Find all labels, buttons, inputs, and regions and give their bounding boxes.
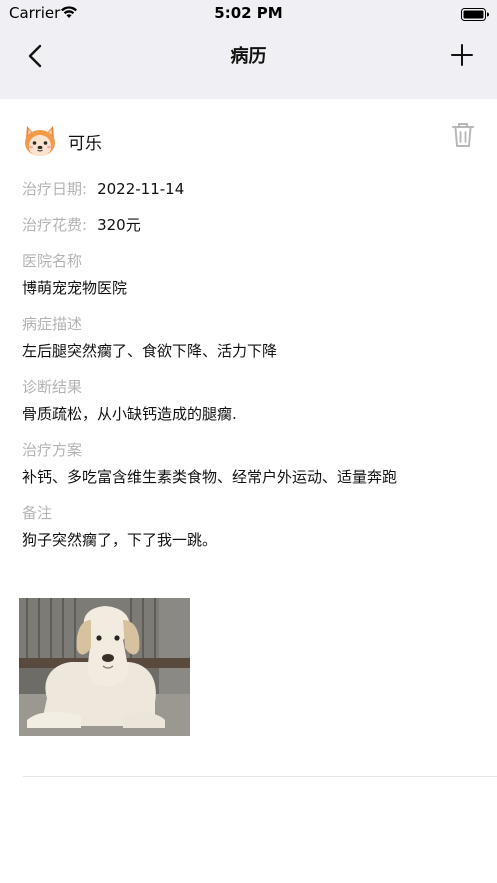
- battery-icon: [461, 6, 489, 25]
- divider: [23, 776, 497, 777]
- shiba-dog-avatar-icon: [22, 122, 58, 158]
- hospital-value: 博萌宠宠物医院: [22, 279, 128, 297]
- page-title: 病历: [230, 46, 267, 67]
- status-bar: Carrier 5:02 PM: [0, 0, 497, 26]
- clock: 5:02 PM: [214, 4, 283, 22]
- navigation-bar: 病历: [0, 26, 497, 99]
- plus-icon: [451, 44, 473, 66]
- dog-photo-image: [19, 598, 190, 736]
- diagnosis-label: 诊断结果: [22, 378, 83, 396]
- delete-button[interactable]: [449, 120, 477, 150]
- add-button[interactable]: [449, 42, 475, 68]
- cost-row: 治疗花费: 320元: [22, 214, 141, 235]
- treatment-plan-label: 治疗方案: [22, 441, 83, 459]
- treatment-date-label: 治疗日期:: [22, 180, 88, 198]
- symptom-value: 左后腿突然瘸了、食欲下降、活力下降: [22, 342, 278, 360]
- notes-label: 备注: [22, 504, 53, 522]
- notes-value: 狗子突然瘸了，下了我一跳。: [22, 531, 218, 549]
- cost-value: 320元: [97, 216, 141, 234]
- pet-header: 可乐: [22, 120, 477, 160]
- trash-icon: [452, 123, 474, 147]
- pet-name: 可乐: [68, 134, 102, 154]
- treatment-date-value: 2022-11-14: [97, 180, 185, 198]
- record-photo[interactable]: [19, 598, 190, 736]
- treatment-date-row: 治疗日期: 2022-11-14: [22, 178, 184, 199]
- cost-label: 治疗花费:: [22, 216, 88, 234]
- hospital-label: 医院名称: [22, 252, 83, 270]
- diagnosis-value: 骨质疏松，从小缺钙造成的腿瘸.: [22, 405, 237, 423]
- treatment-plan-value: 补钙、多吃富含维生素类食物、经常户外运动、适量奔跑: [22, 468, 398, 486]
- symptom-label: 病症描述: [22, 315, 83, 333]
